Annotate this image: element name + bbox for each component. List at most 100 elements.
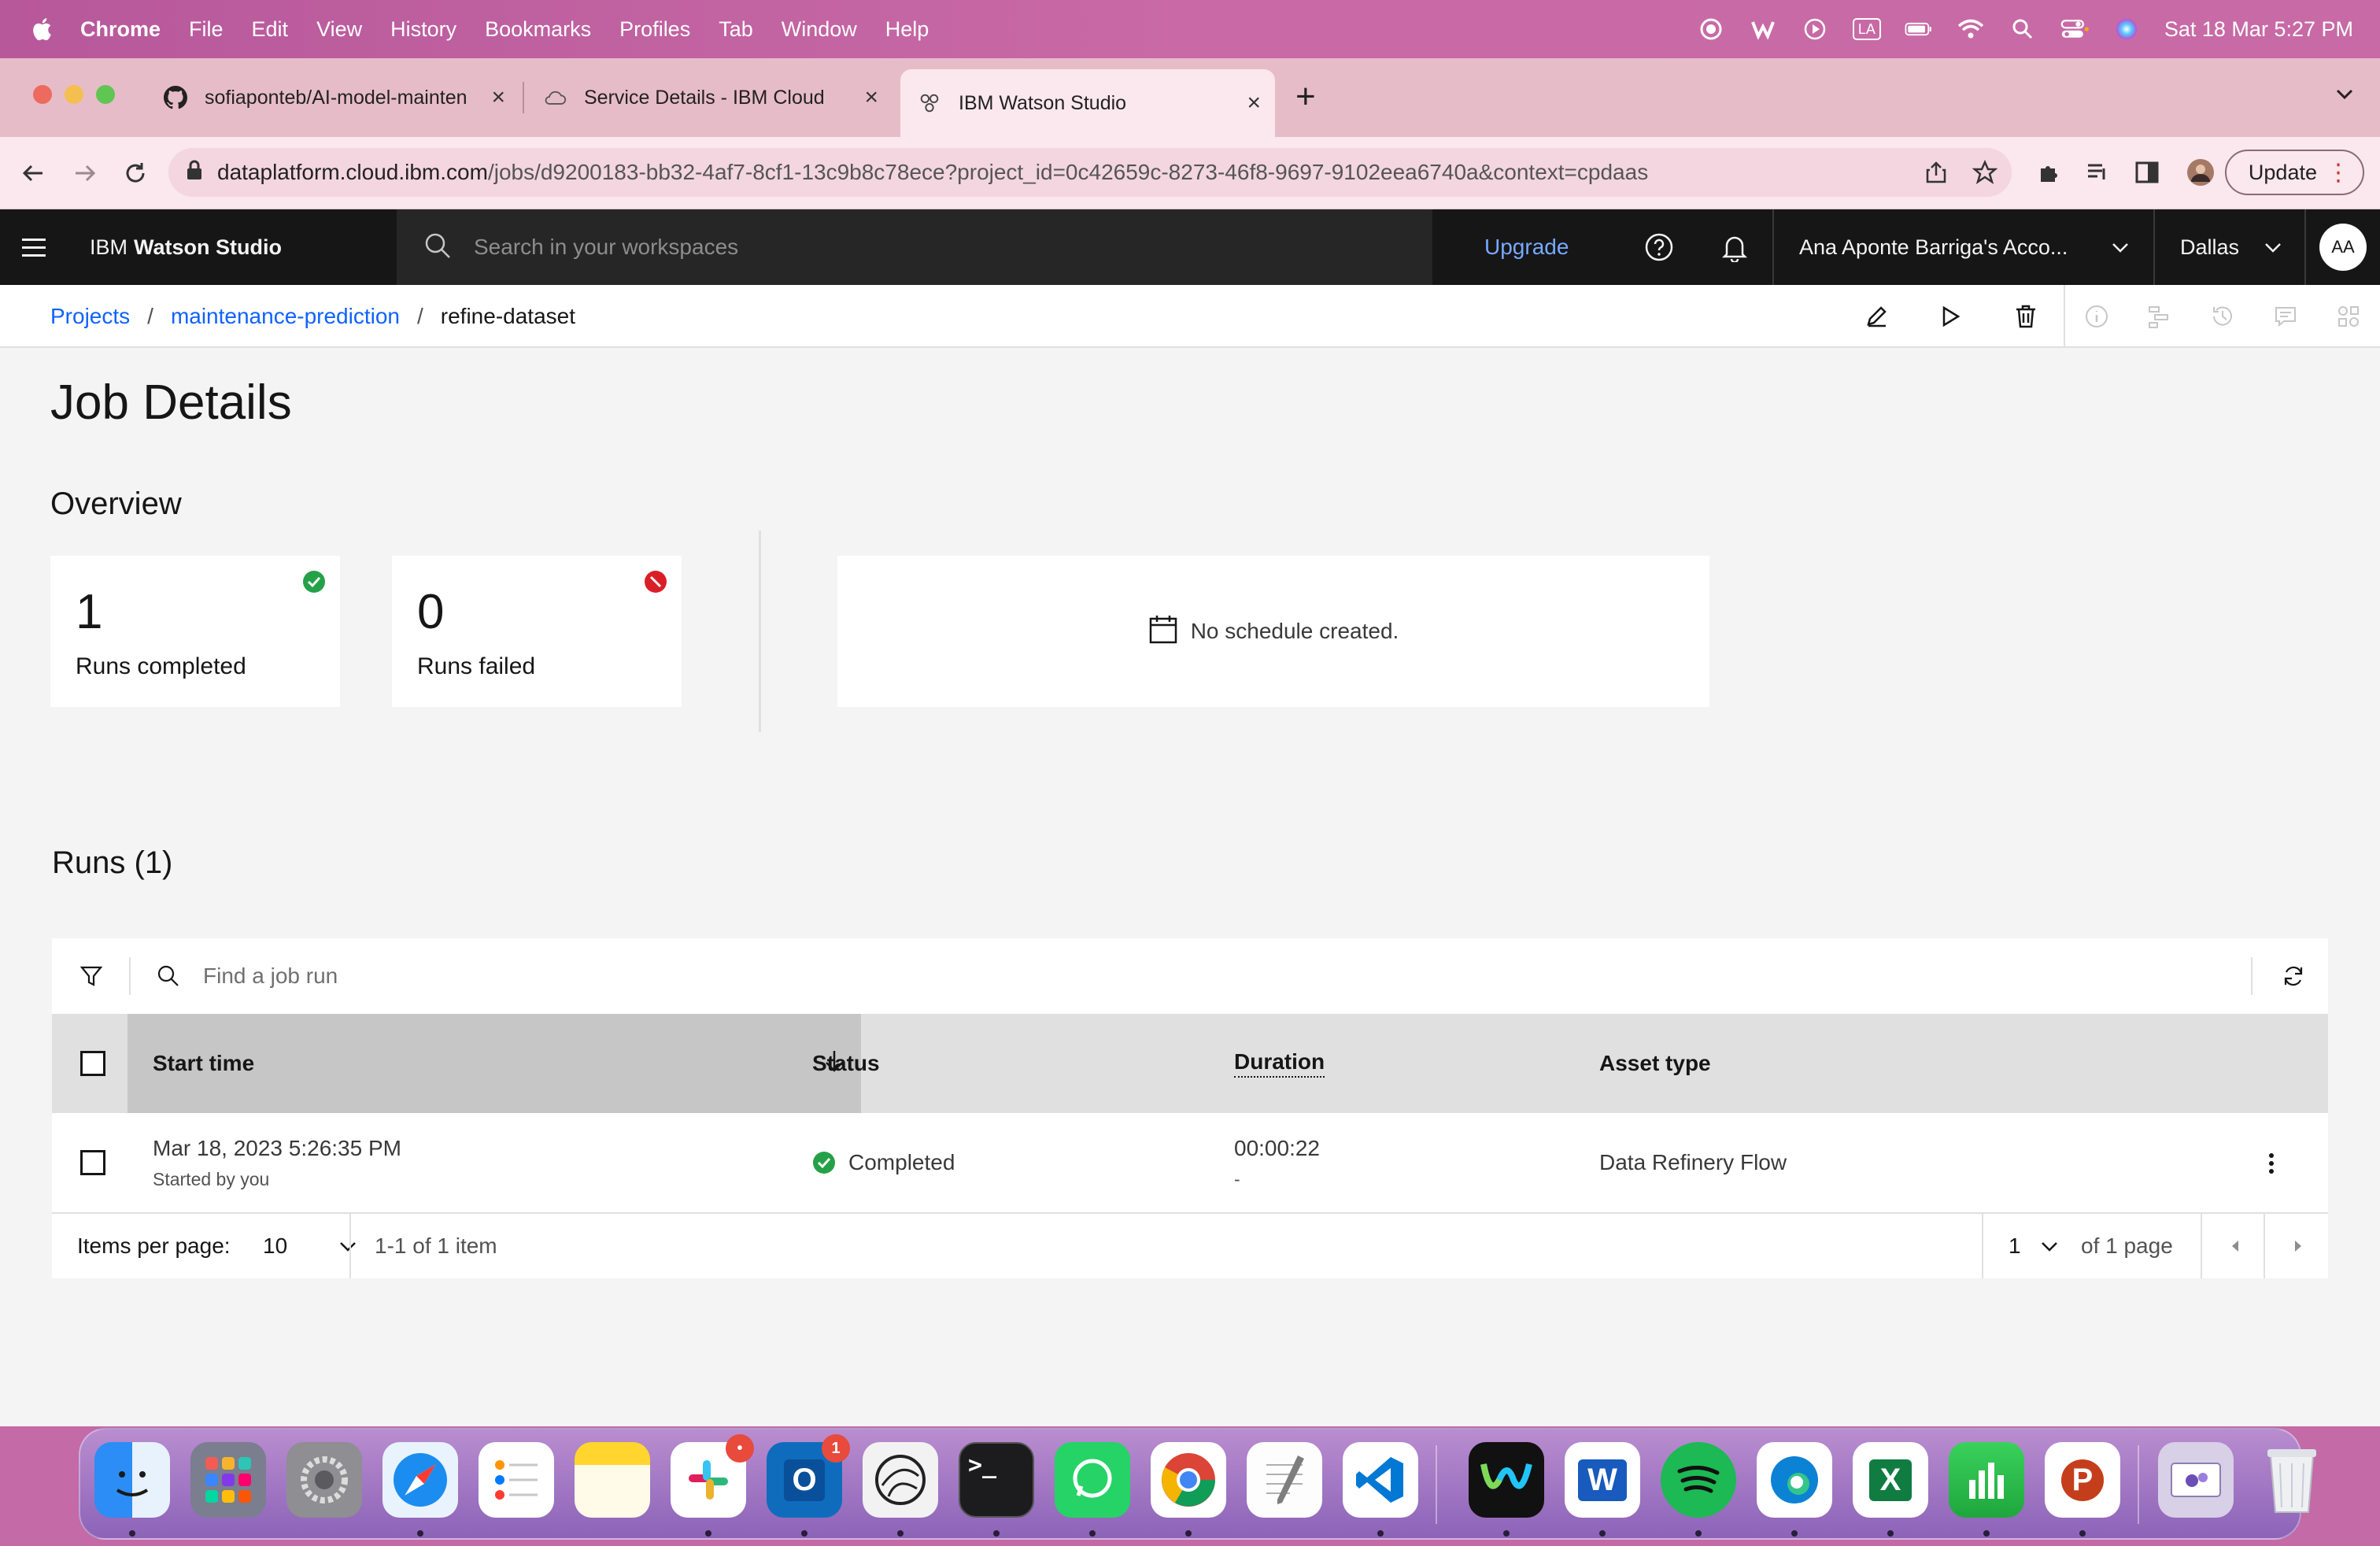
notes-icon[interactable] [575,1442,650,1518]
menu-help[interactable]: Help [885,17,929,42]
info-icon[interactable] [2079,299,2114,334]
share-icon[interactable] [1920,148,1952,197]
account-switcher[interactable]: Ana Aponte Barriga's Acco... [1772,209,2153,285]
whatsapp-icon[interactable] [1055,1442,1130,1518]
close-window-button[interactable] [33,85,52,104]
system-settings-icon[interactable] [286,1442,362,1518]
edit-pencil-icon[interactable] [1859,299,1894,334]
menu-bookmarks[interactable]: Bookmarks [485,17,591,42]
notification-bell-icon[interactable] [1719,231,1750,263]
run-play-icon[interactable] [1933,299,1968,334]
overflow-menu-icon[interactable] [2256,1148,2287,1179]
tab-service-details[interactable]: Service Details - IBM Cloud × [526,72,893,123]
profile-avatar-icon[interactable] [2185,148,2216,197]
help-icon[interactable] [1643,231,1675,263]
terminal-icon[interactable]: >_ [959,1442,1034,1518]
edge-icon[interactable] [1757,1442,1832,1518]
safari-icon[interactable] [382,1442,458,1518]
reminders-icon[interactable] [479,1442,554,1518]
page-select[interactable]: 1 [2009,1214,2059,1278]
powerpoint-icon[interactable]: P [2045,1442,2120,1518]
address-bar[interactable]: dataplatform.cloud.ibm.com /jobs/d920018… [168,148,2012,197]
tab-github[interactable]: sofiaponteb/AI-model-mainten × [146,72,519,123]
app-grid-icon[interactable] [2331,299,2366,334]
webex-icon[interactable] [1469,1442,1544,1518]
tab-close-icon[interactable]: × [864,84,878,111]
comment-icon[interactable] [2268,299,2303,334]
chrome-icon[interactable] [1151,1442,1226,1518]
control-center-icon[interactable] [2060,17,2089,41]
menu-profiles[interactable]: Profiles [619,17,690,42]
row-checkbox[interactable] [80,1150,105,1175]
forward-arrow-icon[interactable] [69,157,101,189]
davinci-icon[interactable] [863,1442,938,1518]
menu-view[interactable]: View [316,17,362,42]
back-arrow-icon[interactable] [17,157,49,189]
menu-tab[interactable]: Tab [719,17,753,42]
grammarly-icon[interactable] [1749,17,1777,41]
tab-search-chevron-icon[interactable] [2333,82,2356,109]
filter-icon[interactable] [76,960,107,992]
tab-close-icon[interactable]: × [491,84,505,111]
refresh-icon[interactable] [2276,959,2311,993]
reading-list-icon[interactable] [2082,148,2114,197]
tab-watson-studio[interactable]: IBM Watson Studio × [900,69,1275,137]
menubar-clock[interactable]: Sat 18 Mar 5:27 PM [2164,17,2353,42]
select-all-checkbox[interactable] [80,1051,105,1076]
reload-icon[interactable] [120,157,151,189]
menu-window[interactable]: Window [782,17,857,42]
word-icon[interactable]: W [1565,1442,1640,1518]
spotlight-search-icon[interactable] [2009,17,2037,41]
spotify-icon[interactable] [1661,1442,1736,1518]
finder-icon[interactable] [94,1442,170,1518]
new-tab-button[interactable]: + [1295,77,1316,117]
workflow-icon[interactable] [2142,299,2177,334]
column-header-duration[interactable]: Duration [1234,1014,1325,1113]
lock-icon[interactable] [186,159,203,187]
battery-icon[interactable] [1905,17,1933,41]
items-per-page-select[interactable]: 10 [263,1214,357,1278]
delete-trash-icon[interactable] [2009,299,2043,334]
tab-close-icon[interactable]: × [1247,90,1261,117]
menu-history[interactable]: History [390,17,456,42]
wifi-icon[interactable] [1957,17,1985,41]
launchpad-icon[interactable] [190,1442,266,1518]
next-page-icon[interactable] [2292,1214,2304,1278]
previous-page-icon[interactable] [2229,1214,2241,1278]
menu-edit[interactable]: Edit [252,17,289,42]
slack-icon[interactable]: • [671,1434,754,1518]
breadcrumb-project[interactable]: maintenance-prediction [171,304,400,329]
numbers-icon[interactable] [1949,1442,2024,1518]
input-source-indicator[interactable]: LA [1852,18,1881,40]
textedit-icon[interactable] [1247,1442,1322,1518]
column-header-status[interactable]: Status [812,1014,880,1113]
table-row[interactable]: Mar 18, 2023 5:26:35 PM Started by you C… [52,1113,2328,1214]
chrome-update-button[interactable]: Update ⋮ [2224,150,2364,195]
column-header-start-time[interactable]: Start time [153,1014,845,1113]
product-name[interactable]: IBM Watson Studio [90,209,282,285]
minimize-window-button[interactable] [65,85,83,104]
zoom-window-button[interactable] [96,85,115,104]
trash-icon[interactable] [2254,1442,2330,1518]
screen-record-icon[interactable] [1697,17,1725,41]
column-header-asset-type[interactable]: Asset type [1599,1014,1711,1113]
excel-icon[interactable]: X [1853,1442,1928,1518]
extensions-puzzle-icon[interactable] [2034,148,2065,197]
siri-icon[interactable] [2112,17,2141,41]
apple-menu-icon[interactable] [30,16,57,43]
play-circle-icon[interactable] [1801,17,1829,41]
downloads-stack-icon[interactable] [2158,1442,2234,1518]
workspace-search[interactable]: Search in your workspaces [397,209,1432,285]
side-panel-icon[interactable] [2131,148,2163,197]
bookmark-star-icon[interactable] [1969,148,2001,197]
outlook-icon[interactable]: O1 [767,1434,850,1518]
upgrade-link[interactable]: Upgrade [1484,209,1569,285]
vscode-icon[interactable] [1343,1442,1418,1518]
breadcrumb-projects[interactable]: Projects [50,304,130,329]
find-job-run-input[interactable] [203,952,2249,1000]
user-avatar[interactable]: AA [2304,209,2380,285]
hamburger-menu-icon[interactable] [22,231,54,263]
menu-file[interactable]: File [189,17,224,42]
region-switcher[interactable]: Dallas [2153,209,2304,285]
start-time-value[interactable]: Mar 18, 2023 5:26:35 PM [153,1136,401,1161]
